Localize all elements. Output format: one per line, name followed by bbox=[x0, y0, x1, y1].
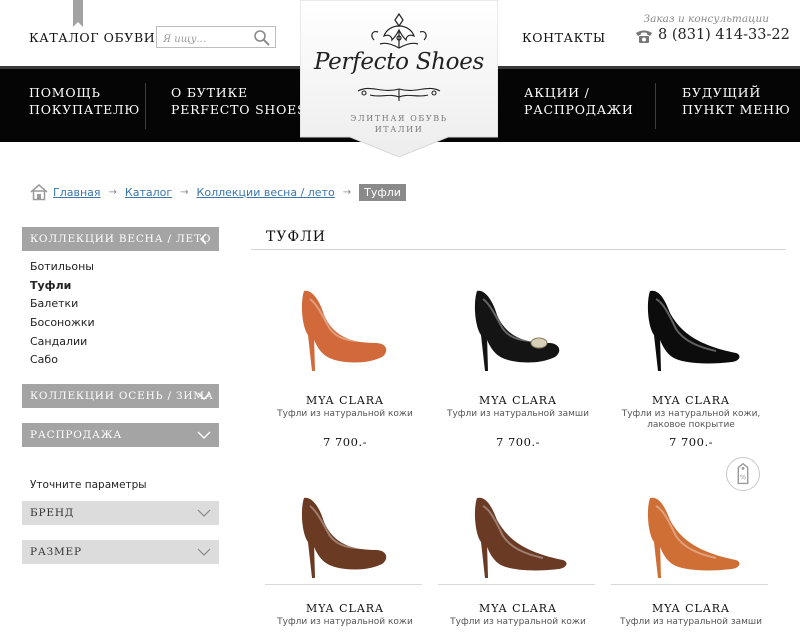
shoe-buckle bbox=[530, 337, 548, 349]
shoe-body bbox=[650, 497, 740, 571]
chevron-down-icon bbox=[197, 548, 211, 556]
product-description: Туфли из натуральной замши bbox=[619, 617, 762, 627]
product-image[interactable] bbox=[636, 283, 746, 373]
filter-brand[interactable]: БРЕНД bbox=[22, 501, 219, 525]
product-image[interactable] bbox=[463, 490, 573, 580]
sale-tag-icon[interactable]: % bbox=[726, 457, 760, 491]
product-image[interactable] bbox=[463, 283, 573, 373]
product-brand[interactable]: MYA CLARA bbox=[265, 602, 425, 615]
chevron-down-icon bbox=[197, 392, 211, 400]
product-description: Туфли из натуральной кожи bbox=[450, 617, 586, 627]
filter-brand-label: БРЕНД bbox=[30, 507, 75, 519]
breadcrumb-home[interactable]: Главная bbox=[53, 186, 101, 199]
product-card[interactable]: MYA CLARA Туфли из натуральной замши 7 700… bbox=[438, 283, 598, 449]
page-title: ТУФЛИ bbox=[266, 229, 326, 245]
filter-size[interactable]: РАЗМЕР bbox=[22, 540, 219, 564]
shoe-body bbox=[304, 290, 387, 363]
nav-about-boutique[interactable]: О БУТИКЕ PERFECTO SHOES bbox=[171, 84, 306, 118]
category-autumn-winter-label: КОЛЛЕКЦИИ ОСЕНЬ / ЗИМА bbox=[30, 390, 214, 402]
refine-label: Уточните параметры bbox=[30, 479, 147, 491]
card-divider bbox=[611, 584, 768, 585]
logo-wordmark: Perfecto Shoes bbox=[313, 49, 485, 75]
logo[interactable]: Perfecto Shoes ЭЛИТНАЯ ОБУВЬ ИТАЛИИ bbox=[300, 0, 498, 157]
phone-icon bbox=[636, 30, 652, 43]
subcategory-item[interactable]: Сандалии bbox=[30, 333, 95, 352]
nav-future-item[interactable]: БУДУЩИЙ ПУНКТ МЕНЮ bbox=[682, 84, 791, 118]
subcategory-item[interactable]: Ботильоны bbox=[30, 258, 95, 277]
product-description: Туфли из натуральной кожи, лаковое покры… bbox=[621, 409, 761, 430]
category-sale-label: РАСПРОДАЖА bbox=[30, 429, 123, 441]
logo-tagline: ЭЛИТНАЯ ОБУВЬ ИТАЛИИ bbox=[350, 114, 448, 134]
card-divider bbox=[438, 584, 595, 585]
subcategory-item[interactable]: Сабо bbox=[30, 351, 95, 370]
shoe-body bbox=[304, 497, 387, 570]
svg-text:%: % bbox=[740, 474, 746, 482]
product-image[interactable] bbox=[290, 283, 400, 373]
search-box bbox=[156, 26, 276, 50]
breadcrumb-separator: → bbox=[342, 186, 352, 198]
phone-number[interactable]: 8 (831) 414-33-22 bbox=[658, 27, 790, 43]
shoe-body bbox=[650, 290, 740, 364]
product-card[interactable]: MYA CLARA Туфли из натуральной кожи, лако… bbox=[611, 283, 771, 449]
filter-size-label: РАЗМЕР bbox=[30, 546, 82, 558]
nav-divider bbox=[145, 83, 146, 129]
nav-promotions[interactable]: АКЦИИ / РАСПРОДАЖИ bbox=[524, 84, 634, 118]
chevron-down-icon bbox=[197, 509, 211, 517]
shoe-body bbox=[477, 290, 560, 363]
nav-help-buyer[interactable]: ПОМОЩЬ ПОКУПАТЕЛЮ bbox=[29, 84, 140, 118]
subcategory-list: Ботильоны Туфли Балетки Босоножки Сандалии Са… bbox=[30, 258, 95, 370]
product-brand[interactable]: MYA CLARA bbox=[611, 394, 771, 407]
product-brand[interactable]: MYA CLARA bbox=[611, 602, 771, 615]
subcategory-item[interactable]: Туфли bbox=[30, 277, 95, 296]
subcategory-item[interactable]: Босоножки bbox=[30, 314, 95, 333]
chevron-left-icon bbox=[200, 233, 207, 245]
breadcrumb-catalog[interactable]: Каталог bbox=[125, 186, 172, 199]
breadcrumb-current: Туфли bbox=[359, 183, 406, 201]
product-price: 7 700.- bbox=[323, 435, 367, 449]
product-card[interactable]: MYA CLARA Туфли из натуральной кожи bbox=[438, 490, 598, 627]
catalog-link[interactable]: КАТАЛОГ ОБУВИ bbox=[29, 30, 155, 45]
breadcrumb-separator: → bbox=[180, 186, 189, 198]
search-icon[interactable] bbox=[253, 29, 271, 46]
breadcrumb-separator: → bbox=[108, 186, 117, 198]
contacts-link[interactable]: КОНТАКТЫ bbox=[522, 30, 606, 45]
product-description: Туфли из натуральной замши bbox=[446, 409, 589, 419]
chevron-down-icon bbox=[197, 431, 211, 439]
category-sale[interactable]: РАСПРОДАЖА bbox=[22, 423, 219, 447]
product-image[interactable] bbox=[636, 490, 746, 580]
product-description: Туфли из натуральной кожи bbox=[277, 617, 413, 627]
product-price: 7 700.- bbox=[669, 435, 713, 449]
product-image[interactable] bbox=[290, 490, 400, 580]
card-divider bbox=[265, 584, 422, 585]
nav-divider bbox=[655, 83, 656, 129]
category-spring-summer-label: КОЛЛЕКЦИИ ВЕСНА / ЛЕТО bbox=[30, 233, 212, 245]
bookmark-ribbon bbox=[73, 0, 83, 27]
breadcrumb-spring-summer[interactable]: Коллекции весна / лето bbox=[197, 186, 335, 199]
product-description: Туфли из натуральной кожи bbox=[277, 409, 413, 419]
product-card[interactable]: MYA CLARA Туфли из натуральной кожи 7 700.… bbox=[265, 283, 425, 449]
product-price: 7 700.- bbox=[496, 435, 540, 449]
subcategory-item[interactable]: Балетки bbox=[30, 295, 95, 314]
order-note: Заказ и консультации bbox=[643, 13, 769, 25]
product-brand[interactable]: MYA CLARA bbox=[438, 394, 598, 407]
product-brand[interactable]: MYA CLARA bbox=[438, 602, 598, 615]
home-icon[interactable] bbox=[30, 183, 48, 201]
title-divider bbox=[251, 249, 786, 250]
category-spring-summer[interactable]: КОЛЛЕКЦИИ ВЕСНА / ЛЕТО bbox=[22, 227, 219, 251]
product-brand[interactable]: MYA CLARA bbox=[265, 394, 425, 407]
product-card[interactable]: MYA CLARA Туфли из натуральной кожи bbox=[265, 490, 425, 627]
search-input[interactable] bbox=[157, 29, 249, 50]
shoe-body bbox=[477, 497, 567, 571]
product-card[interactable]: MYA CLARA Туфли из натуральной замши bbox=[611, 490, 771, 627]
breadcrumb: Главная → Каталог → Коллекции весна / ле… bbox=[30, 181, 406, 203]
category-autumn-winter[interactable]: КОЛЛЕКЦИИ ОСЕНЬ / ЗИМА bbox=[22, 384, 219, 408]
